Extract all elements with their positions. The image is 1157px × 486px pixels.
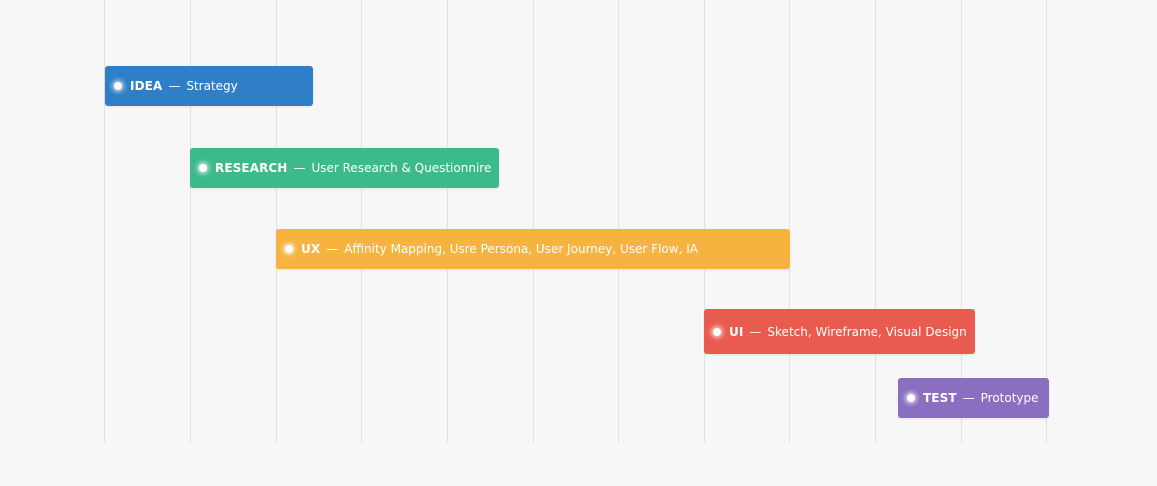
task-description: Sketch, Wireframe, Visual Design: [767, 324, 967, 339]
task-description: Affinity Mapping, Usre Persona, User Jou…: [344, 242, 698, 256]
status-dot-icon: [285, 245, 293, 253]
task-bar-ux[interactable]: UX — Affinity Mapping, Usre Persona, Use…: [276, 229, 790, 269]
task-description: Prototype: [980, 391, 1039, 405]
task-separator: —: [962, 391, 975, 405]
task-phase-label: IDEA: [130, 79, 163, 93]
task-bar-research[interactable]: RESEARCH — User Research & Questionnire: [190, 148, 499, 188]
task-separator: —: [168, 79, 181, 93]
timeline-chart: IDEA — Strategy RESEARCH — User Research…: [0, 0, 1157, 486]
grid-line: [361, 0, 362, 443]
task-phase-label: UX: [301, 242, 321, 256]
grid-line: [789, 0, 790, 443]
status-dot-icon: [199, 164, 207, 172]
task-bar-ui[interactable]: UI — Sketch, Wireframe, Visual Design: [704, 309, 975, 354]
grid-line: [1046, 0, 1047, 443]
task-description: Strategy: [186, 79, 238, 93]
task-bar-test[interactable]: TEST — Prototype: [898, 378, 1049, 418]
task-phase-label: RESEARCH: [215, 161, 288, 175]
task-phase-label: UI: [729, 324, 744, 339]
grid-line: [533, 0, 534, 443]
grid-line: [704, 0, 705, 443]
task-separator: —: [293, 161, 306, 175]
status-dot-icon: [114, 82, 122, 90]
grid-line: [875, 0, 876, 443]
task-separator: —: [749, 324, 762, 339]
task-phase-label: TEST: [923, 391, 957, 405]
grid-line: [961, 0, 962, 443]
grid-line: [618, 0, 619, 443]
status-dot-icon: [907, 394, 915, 402]
grid-line: [447, 0, 448, 443]
task-separator: —: [326, 242, 339, 256]
status-dot-icon: [713, 327, 721, 336]
task-description: User Research & Questionnire: [311, 161, 492, 175]
task-bar-idea[interactable]: IDEA — Strategy: [105, 66, 313, 106]
